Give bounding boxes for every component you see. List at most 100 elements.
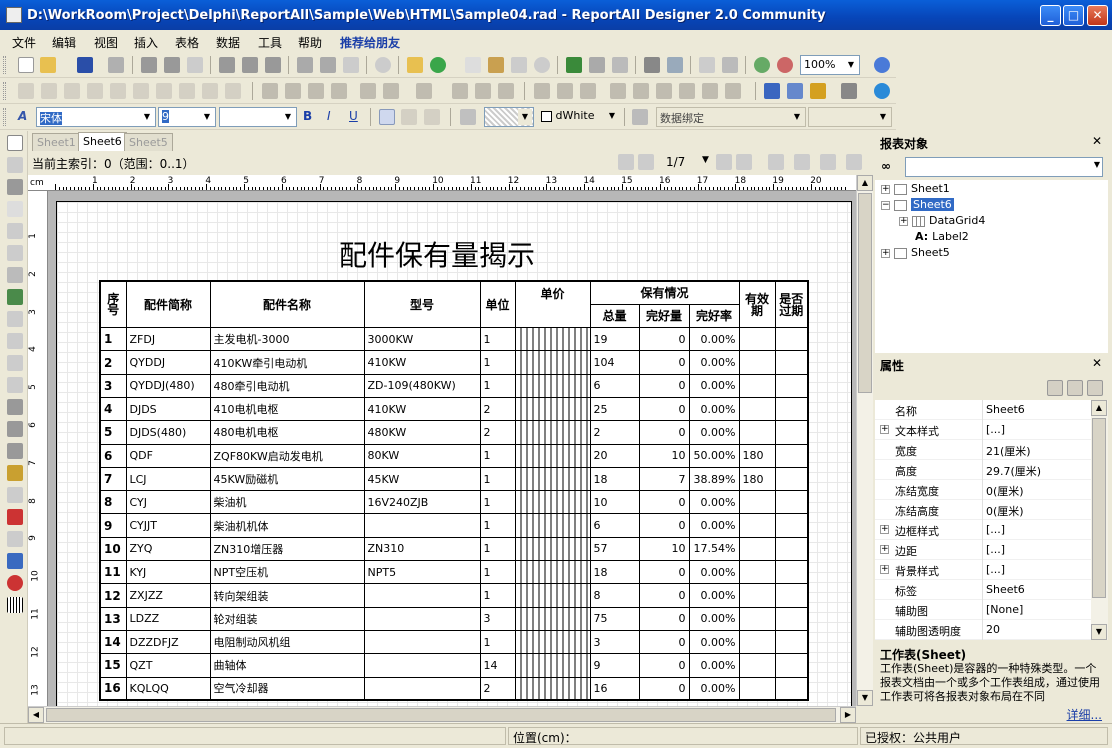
cell-model[interactable]: 480KW: [363, 420, 481, 445]
property-value[interactable]: 29.7(厘米): [986, 463, 1041, 479]
align-middle-icon[interactable]: [110, 83, 126, 99]
property-row[interactable]: 名称 Sheet6: [875, 400, 1091, 420]
font-name-select[interactable]: 宋体 ▼: [36, 107, 156, 127]
table-row[interactable]: 15 QZT 曲轴体 14 9 0 0.00%: [99, 653, 809, 678]
cell-good[interactable]: 0: [638, 513, 690, 538]
export-pdf-icon[interactable]: [242, 57, 258, 73]
menu-view[interactable]: 视图: [94, 34, 118, 51]
cell-short-name[interactable]: QZT: [125, 653, 211, 678]
cell-good[interactable]: 0: [638, 653, 690, 678]
pen-icon[interactable]: [452, 83, 468, 99]
cell-seq[interactable]: 9: [99, 513, 127, 538]
hand-icon[interactable]: [820, 154, 836, 170]
underline-button[interactable]: U: [349, 109, 358, 123]
cell-good[interactable]: 0: [638, 327, 690, 352]
cell-name[interactable]: NPT空压机: [209, 560, 365, 585]
cell-name[interactable]: 转向架组装: [209, 583, 365, 608]
cell-rate[interactable]: 0.00%: [688, 490, 740, 515]
scroll-thumb[interactable]: [858, 193, 872, 393]
text-align-left-icon[interactable]: [379, 109, 395, 125]
table-row[interactable]: 11 KYJ NPT空压机 NPT5 1 18 0 0.00%: [99, 560, 809, 585]
open-icon[interactable]: [40, 57, 56, 73]
cell-price[interactable]: [514, 583, 591, 608]
property-value[interactable]: 0(厘米): [986, 483, 1024, 499]
cell-model[interactable]: [363, 606, 481, 631]
cell-expired[interactable]: [774, 513, 809, 538]
script-icon[interactable]: [644, 57, 660, 73]
cell-name[interactable]: 柴油机机体: [209, 513, 365, 538]
cell-seq[interactable]: 2: [99, 350, 127, 375]
cell-rate[interactable]: 0.00%: [688, 653, 740, 678]
menu-data[interactable]: 数据: [216, 34, 240, 51]
cell-unit[interactable]: 1: [479, 560, 516, 585]
property-grid-icon[interactable]: [787, 83, 803, 99]
cell-price[interactable]: [514, 653, 591, 678]
pointer-icon[interactable]: [7, 135, 23, 151]
wrap-icon[interactable]: [725, 83, 741, 99]
cell-good[interactable]: 0: [638, 350, 690, 375]
cell-model[interactable]: 410KW: [363, 350, 481, 375]
richtext-tool-icon[interactable]: [7, 267, 23, 283]
cell-total[interactable]: 10: [589, 490, 640, 515]
report-title[interactable]: 配件保有量揭示: [287, 234, 587, 274]
italic-button[interactable]: I: [327, 109, 331, 123]
menu-tools[interactable]: 工具: [258, 34, 282, 51]
horizontal-scrollbar[interactable]: ◀ ▶: [28, 706, 856, 723]
table-row[interactable]: 10 ZYQ ZN310增压器 ZN310 1 57 10 17.54%: [99, 536, 809, 562]
cell-price[interactable]: [514, 350, 591, 375]
property-value[interactable]: [...]: [986, 523, 1005, 536]
gauge-tool-icon[interactable]: [7, 509, 23, 525]
panel-tool-icon[interactable]: [7, 333, 23, 349]
cell-price[interactable]: [514, 606, 591, 631]
menu-table[interactable]: 表格: [175, 34, 199, 51]
cell-short-name[interactable]: DJDS: [125, 396, 211, 422]
property-value[interactable]: [None]: [986, 603, 1023, 616]
cell-valid[interactable]: 180: [738, 466, 776, 492]
cell-unit[interactable]: 1: [479, 583, 516, 608]
property-row[interactable]: 冻结宽度 0(厘米): [875, 480, 1091, 500]
help-icon[interactable]: [874, 57, 890, 73]
cell-seq[interactable]: 15: [99, 653, 127, 678]
cell-price[interactable]: [514, 629, 591, 655]
align-right-icon[interactable]: [64, 83, 80, 99]
cell-unit[interactable]: 2: [479, 676, 516, 701]
cell-rate[interactable]: 17.54%: [688, 536, 740, 562]
cell-total[interactable]: 18: [589, 466, 640, 492]
cell-price[interactable]: [514, 420, 591, 445]
cell-price[interactable]: [514, 373, 591, 398]
cell-rate[interactable]: 0.00%: [688, 583, 740, 608]
checkbox-tool-icon[interactable]: [7, 245, 23, 261]
cell-total[interactable]: 19: [589, 327, 640, 352]
cell-model[interactable]: ZN310: [363, 536, 481, 562]
chevron-down-icon[interactable]: ▼: [702, 155, 709, 165]
replace-icon[interactable]: [320, 57, 336, 73]
cell-good[interactable]: 0: [638, 396, 690, 422]
table-row[interactable]: 12 ZXJZZ 转向架组装 1 8 0 0.00%: [99, 583, 809, 608]
cell-valid[interactable]: [738, 513, 776, 538]
cell-seq[interactable]: 3: [99, 373, 127, 398]
image-tool-icon[interactable]: [7, 289, 23, 305]
tab-sheet1[interactable]: Sheet1: [32, 133, 81, 151]
border-all-icon[interactable]: [360, 83, 376, 99]
cell-valid[interactable]: 180: [738, 443, 776, 468]
cell-total[interactable]: 104: [589, 350, 640, 375]
cell-rate[interactable]: 0.00%: [688, 560, 740, 585]
same-height-icon[interactable]: [179, 83, 195, 99]
property-value[interactable]: [...]: [986, 423, 1005, 436]
data-bind-select[interactable]: 数据绑定 ▼: [656, 107, 806, 127]
expand-icon[interactable]: +: [880, 525, 889, 534]
cell-good[interactable]: 0: [638, 676, 690, 701]
cell-name[interactable]: 480电机电枢: [209, 420, 365, 445]
cell-seq[interactable]: 8: [99, 490, 127, 515]
cell-price[interactable]: [514, 676, 591, 701]
delete-row-icon[interactable]: [633, 83, 649, 99]
cell-expired[interactable]: [774, 490, 809, 515]
same-size-icon[interactable]: [202, 83, 218, 99]
property-value[interactable]: 21(厘米): [986, 443, 1031, 459]
cell-short-name[interactable]: CYJ: [125, 490, 211, 515]
scroll-thumb-h[interactable]: [46, 708, 836, 722]
cell-name[interactable]: 45KW励磁机: [209, 466, 365, 492]
cell-rate[interactable]: 0.00%: [688, 373, 740, 398]
bg-color-select[interactable]: dWhite ▼: [538, 107, 620, 127]
chinese-icon[interactable]: [1087, 380, 1103, 396]
